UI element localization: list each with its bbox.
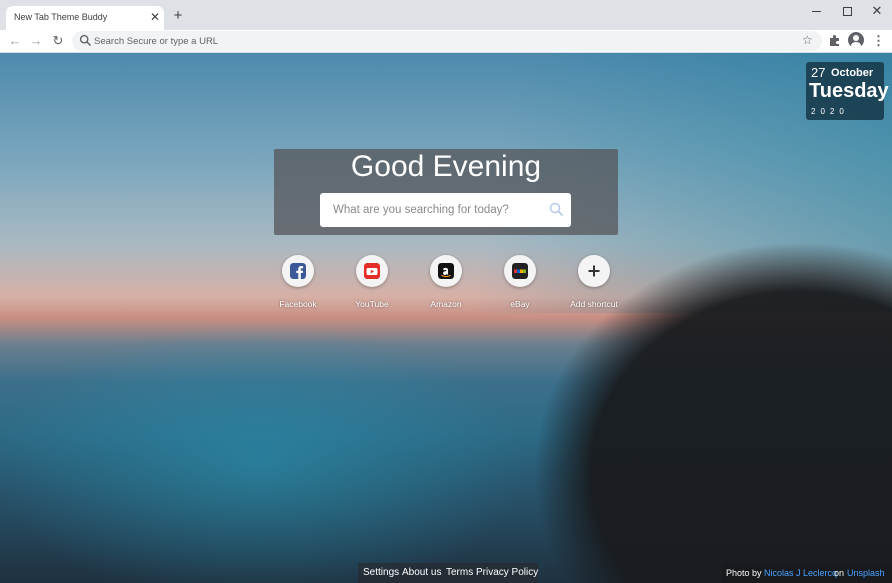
new-tab-page: 27 October Tuesday 2020 Good Evening Fac…	[0, 53, 892, 583]
shortcut-facebook[interactable]: Facebook	[268, 255, 328, 311]
shortcut-label: YouTube	[355, 299, 389, 309]
shortcut-ebay[interactable]: eBay	[490, 255, 550, 311]
photo-credit: Photo by Nicolas J Leclercq on Unsplash	[722, 563, 892, 583]
browser-menu-icon[interactable]: ⋮	[872, 33, 885, 49]
date-year: 2020	[811, 107, 849, 116]
search-icon[interactable]	[549, 202, 564, 217]
credit-prefix: Photo by	[726, 568, 762, 578]
ebay-icon	[512, 263, 528, 279]
shortcut-ebay-circle[interactable]	[504, 255, 536, 287]
shortcut-label: Facebook	[279, 299, 317, 309]
search-box[interactable]	[320, 193, 571, 227]
shortcut-amazon[interactable]: Amazon	[416, 255, 476, 311]
shortcut-label: eBay	[510, 299, 530, 309]
tab-title: New Tab Theme Buddy	[14, 12, 108, 22]
shortcut-youtube-circle[interactable]	[356, 255, 388, 287]
bookmark-star-icon[interactable]: ☆	[802, 33, 813, 47]
youtube-icon	[364, 263, 380, 279]
search-icon	[79, 34, 92, 47]
back-button[interactable]: ←	[7, 33, 23, 49]
terms-link[interactable]: Terms	[446, 567, 473, 578]
browser-toolbar: ← → ↻ Search Secure or type a URL ☆ ⋮	[0, 30, 892, 53]
date-widget: 27 October Tuesday 2020	[806, 62, 889, 120]
date-day: 27	[811, 65, 826, 80]
shortcut-youtube[interactable]: YouTube	[342, 255, 402, 311]
tab-close-icon[interactable]: ✕	[148, 10, 162, 24]
address-bar-placeholder: Search Secure or type a URL	[94, 36, 219, 47]
shortcut-amazon-circle[interactable]	[430, 255, 462, 287]
extensions-puzzle-icon[interactable]	[828, 34, 841, 47]
footer-links: Settings About us Terms Privacy Policy	[358, 563, 538, 583]
greeting-panel: Good Evening	[274, 149, 618, 235]
minimize-button[interactable]	[808, 4, 826, 18]
credit-on: on	[834, 568, 845, 578]
address-bar[interactable]: Search Secure or type a URL	[72, 31, 822, 51]
shortcut-facebook-circle[interactable]	[282, 255, 314, 287]
plus-icon	[588, 265, 600, 277]
date-weekday: Tuesday	[809, 80, 889, 102]
reload-button[interactable]: ↻	[50, 33, 66, 49]
facebook-icon	[290, 263, 306, 279]
settings-link[interactable]: Settings	[363, 567, 399, 578]
shortcut-label: Add shortcut	[570, 299, 618, 309]
forward-button[interactable]: →	[28, 33, 44, 49]
profile-avatar-icon[interactable]	[848, 32, 864, 48]
amazon-icon	[438, 263, 454, 279]
search-input[interactable]	[333, 202, 543, 218]
privacy-policy-link[interactable]: Privacy Policy	[476, 567, 538, 578]
shortcut-add[interactable]: Add shortcut	[564, 255, 624, 311]
shortcut-label: Amazon	[430, 299, 462, 309]
background-rocks	[0, 53, 892, 583]
window-close-button[interactable]: ✕	[868, 4, 886, 18]
maximize-button[interactable]	[838, 4, 856, 18]
tab-new-tab-theme-buddy[interactable]: New Tab Theme Buddy ✕	[6, 6, 164, 30]
greeting-text: Good Evening	[350, 150, 542, 183]
new-tab-button[interactable]: +	[171, 8, 185, 23]
date-month: October	[831, 67, 874, 79]
tab-strip: New Tab Theme Buddy ✕ + ✕	[0, 0, 892, 30]
add-shortcut-circle[interactable]	[578, 255, 610, 287]
about-us-link[interactable]: About us	[402, 567, 441, 578]
unsplash-link[interactable]: Unsplash	[847, 568, 885, 578]
photographer-link[interactable]: Nicolas J Leclercq	[764, 568, 837, 578]
